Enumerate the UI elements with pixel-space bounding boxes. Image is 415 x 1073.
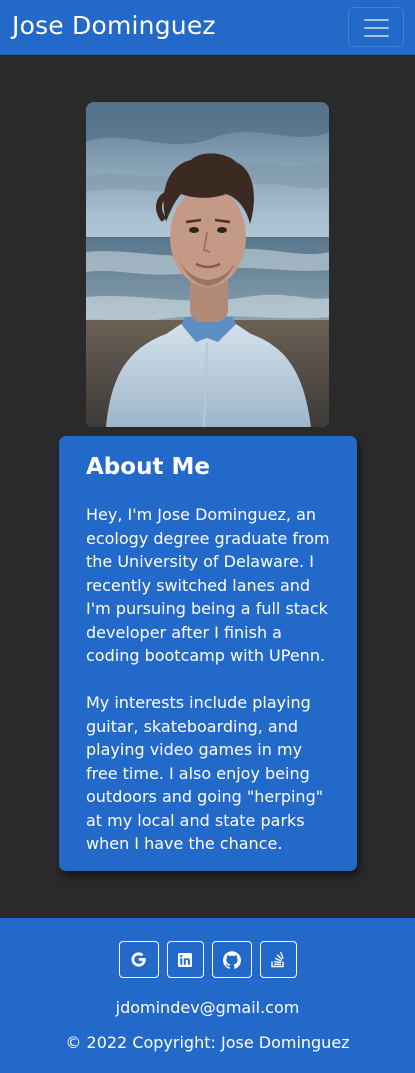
footer-email[interactable]: jdomindev@gmail.com xyxy=(0,998,415,1017)
about-card: About Me Hey, I'm Jose Dominguez, an eco… xyxy=(59,436,357,871)
profile-photo xyxy=(86,102,329,427)
navbar: Jose Dominguez xyxy=(0,0,415,55)
about-title: About Me xyxy=(86,454,210,480)
github-icon xyxy=(222,950,241,969)
about-paragraph-2: My interests include playing guitar, ska… xyxy=(86,693,324,853)
google-icon xyxy=(131,952,146,967)
navbar-toggle-button[interactable] xyxy=(348,7,404,47)
about-paragraph-1: Hey, I'm Jose Dominguez, an ecology degr… xyxy=(86,505,330,665)
stack-overflow-icon xyxy=(271,951,284,968)
linkedin-link[interactable] xyxy=(166,941,204,978)
stack-overflow-link[interactable] xyxy=(259,941,297,978)
social-links xyxy=(0,941,415,978)
navbar-brand[interactable]: Jose Dominguez xyxy=(12,11,216,40)
linkedin-icon xyxy=(178,952,192,967)
google-link[interactable] xyxy=(118,941,159,978)
footer: jdomindev@gmail.com © 2022 Copyright: Jo… xyxy=(0,918,415,1073)
github-link[interactable] xyxy=(211,941,252,978)
footer-copyright: © 2022 Copyright: Jose Dominguez xyxy=(65,1033,350,1052)
